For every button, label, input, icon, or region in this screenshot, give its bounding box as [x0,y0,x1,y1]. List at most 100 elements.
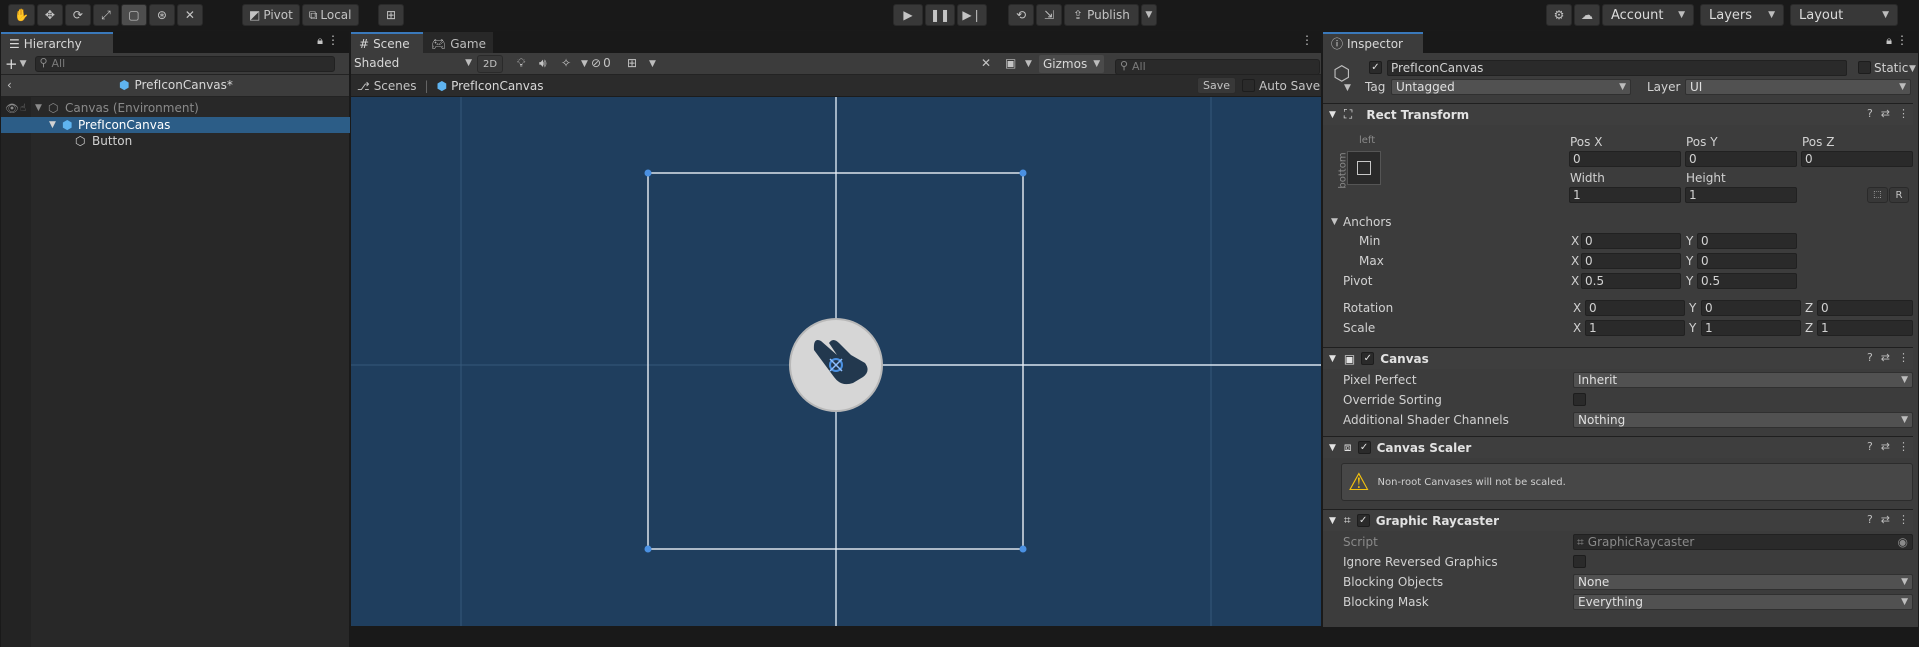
build-icon[interactable]: ⇲ [1036,4,1062,26]
preset-icon[interactable]: ⇄ [1881,107,1890,120]
rotation-x-field[interactable]: 0 [1585,300,1685,316]
list-item[interactable]: 👁︎ ☝︎ ▼ ⬡ Canvas (Environment) [1,100,350,116]
layer-dropdown[interactable]: UI ▼ [1685,79,1911,95]
anchor-min-x-field[interactable]: 0 [1581,233,1681,249]
hierarchy-search-input[interactable]: All [34,55,335,72]
eye-icon[interactable]: 👁︎ [5,102,19,115]
scale-x-field[interactable]: 1 [1585,320,1685,336]
move-tool-icon[interactable]: ✥ [36,4,63,26]
list-item[interactable]: ⬡ Button [1,133,350,149]
blocking-objects-dropdown[interactable]: None ▼ [1573,574,1913,590]
effects-icon[interactable]: ✧ [561,56,571,70]
canvas-scaler-enabled-checkbox[interactable]: ✓ [1357,441,1371,454]
panel-menu-icon[interactable]: ⋮ [327,33,339,47]
help-icon[interactable]: ? [1867,107,1873,120]
rect-handle[interactable] [1019,545,1027,553]
width-field[interactable]: 1 [1569,187,1681,203]
rect-handle[interactable] [644,545,652,553]
transform-tool-icon[interactable]: ⊛ [148,4,175,26]
pivot-x-field[interactable]: 0.5 [1581,273,1681,289]
grid-snap-icon[interactable]: ⊞ [378,4,404,26]
2d-toggle-button[interactable]: 2D [477,55,504,73]
help-icon[interactable]: ? [1867,351,1873,364]
rotation-z-field[interactable]: 0 [1817,300,1913,316]
help-icon[interactable]: ? [1867,440,1873,453]
anchor-presets-button[interactable] [1347,151,1381,185]
graphic-raycaster-enabled-checkbox[interactable]: ✓ [1356,514,1370,527]
anchor-max-x-field[interactable]: 0 [1581,253,1681,269]
auto-save-checkbox[interactable] [1242,79,1255,92]
shading-mode-dropdown[interactable]: Shaded ▼ [354,56,472,70]
canvas-header[interactable]: ▼ ▣ ✓ Canvas ? ⇄ ⋮ [1323,347,1913,369]
rect-tool-icon[interactable]: ▢ [120,4,147,26]
collab-icon[interactable]: ⟲ [1008,4,1034,26]
expand-arrow-icon[interactable]: ▼ [35,103,42,113]
anchor-min-y-field[interactable]: 0 [1697,233,1797,249]
chevron-down-icon[interactable]: ▼ [1344,83,1351,93]
local-toggle-button[interactable]: ⧉ Local [301,4,359,26]
pos-y-field[interactable]: 0 [1685,151,1797,167]
rotate-tool-icon[interactable]: ⟳ [64,4,91,26]
chevron-down-icon[interactable]: ▼ [20,59,27,69]
custom-tool-icon[interactable]: ✕ [176,4,203,26]
chevron-down-icon[interactable]: ▼ [581,59,588,69]
object-name-field[interactable]: PrefIconCanvas [1387,60,1847,76]
pos-z-field[interactable]: 0 [1801,151,1913,167]
tools-icon[interactable]: ✕ [981,56,991,70]
tab-hierarchy[interactable]: ☰ Hierarchy [1,32,113,53]
chevron-down-icon[interactable]: ▼ [1025,59,1032,69]
component-menu-icon[interactable]: ⋮ [1898,107,1909,120]
list-item[interactable]: ▼ ⬢ PrefIconCanvas [1,117,350,133]
pivot-y-field[interactable]: 0.5 [1697,273,1797,289]
tab-inspector[interactable]: ⓘ Inspector [1323,32,1423,53]
ignore-reversed-checkbox[interactable] [1573,555,1586,568]
publish-dropdown-icon[interactable]: ▼ [1140,4,1157,26]
rect-handle[interactable] [1019,169,1027,177]
gizmos-dropdown[interactable]: Gizmos ▼ [1039,55,1105,73]
pixel-perfect-dropdown[interactable]: Inherit ▼ [1573,372,1913,388]
preset-icon[interactable]: ⇄ [1881,513,1890,526]
help-icon[interactable]: ? [1867,513,1873,526]
lighting-icon[interactable]: 💡︎ [517,56,525,71]
hand-tool-icon[interactable]: ✋ [8,4,35,26]
layers-dropdown[interactable]: Layers ▼ [1700,4,1784,26]
component-menu-icon[interactable]: ⋮ [1898,513,1909,526]
rotation-y-field[interactable]: 0 [1701,300,1801,316]
object-picker-icon[interactable]: ◉ [1898,535,1908,549]
breadcrumb-scenes[interactable]: Scenes [374,79,417,93]
publish-button[interactable]: ⇪ Publish [1064,4,1139,26]
step-icon[interactable]: ▶❘ [957,4,987,26]
height-field[interactable]: 1 [1685,187,1797,203]
audio-icon[interactable]: 🔊︎ [539,56,547,71]
grid-icon[interactable]: ⊞ [627,56,637,70]
pause-icon[interactable]: ❚❚ [925,4,955,26]
component-menu-icon[interactable]: ⋮ [1898,351,1909,364]
panel-menu-icon[interactable]: ⋮ [1301,33,1313,47]
breadcrumb-prefab[interactable]: PrefIconCanvas [451,79,543,93]
camera-icon[interactable]: ▣ [1005,56,1016,70]
shader-channels-dropdown[interactable]: Nothing ▼ [1573,412,1913,428]
rect-handle[interactable] [644,169,652,177]
static-checkbox[interactable] [1858,61,1871,74]
panel-menu-icon[interactable]: ⋮ [1896,33,1908,47]
add-icon[interactable]: + [5,55,18,73]
pos-x-field[interactable]: 0 [1569,151,1681,167]
component-menu-icon[interactable]: ⋮ [1898,440,1909,453]
pivot-toggle-button[interactable]: ◩ Pivot [242,4,300,26]
preset-icon[interactable]: ⇄ [1881,351,1890,364]
scale-tool-icon[interactable]: ⤢ [92,4,119,26]
play-icon[interactable]: ▶ [893,4,923,26]
scene-search-input[interactable]: All [1115,58,1320,75]
blocking-mask-dropdown[interactable]: Everything ▼ [1573,594,1913,610]
blueprint-mode-icon[interactable]: ⬚ [1867,187,1888,203]
settings-icon[interactable]: ⚙ [1546,4,1572,26]
back-arrow-icon[interactable]: ‹ [7,78,12,92]
override-sorting-checkbox[interactable] [1573,393,1586,406]
raw-edit-button[interactable]: R [1889,187,1909,203]
anchor-max-y-field[interactable]: 0 [1697,253,1797,269]
tag-dropdown[interactable]: Untagged ▼ [1391,79,1631,95]
scene-viewport[interactable] [351,97,1321,626]
rect-transform-header[interactable]: ▼ ⛶ Rect Transform ? ⇄ ⋮ [1323,103,1913,125]
graphic-raycaster-header[interactable]: ▼ ⌗ ✓ Graphic Raycaster ? ⇄ ⋮ [1323,509,1913,531]
canvas-scaler-header[interactable]: ▼ ⧈ ✓ Canvas Scaler ? ⇄ ⋮ [1323,436,1913,458]
